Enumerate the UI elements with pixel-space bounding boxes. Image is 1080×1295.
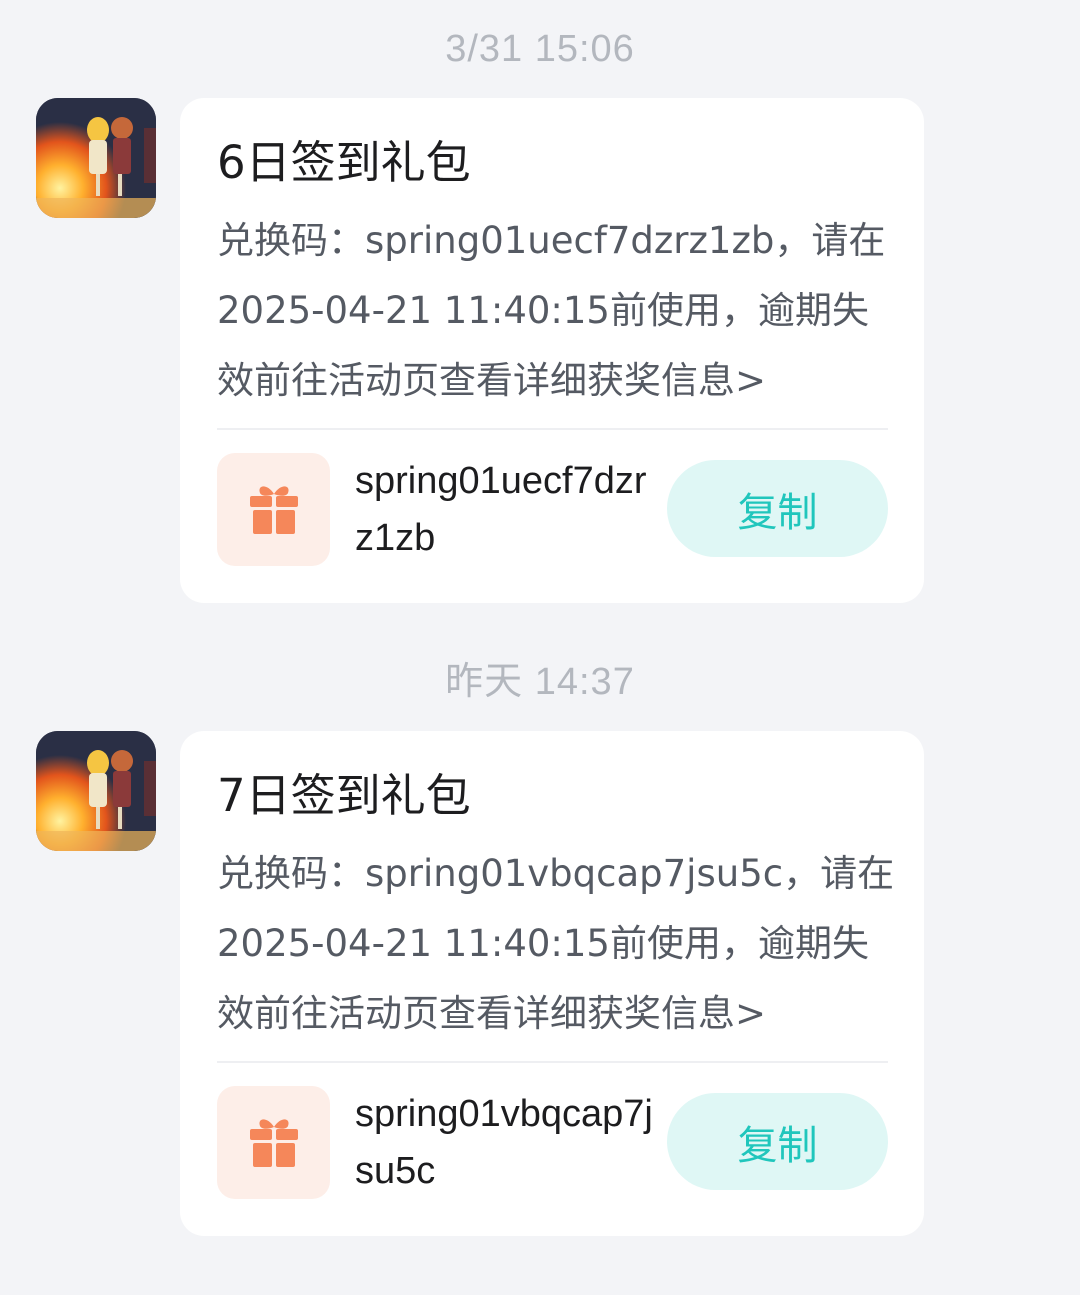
copy-button[interactable]: 复制 [667, 1093, 888, 1190]
gift-icon-container [217, 453, 330, 566]
gift-message-card[interactable]: 7日签到礼包 兑换码：spring01vbqcap7jsu5c，请在2025-0… [180, 731, 924, 1236]
gift-title: 7日签到礼包 [217, 769, 471, 822]
card-divider [217, 428, 888, 430]
gift-icon-container [217, 1086, 330, 1199]
copy-button[interactable]: 复制 [667, 460, 888, 557]
card-divider [217, 1061, 888, 1063]
message-timestamp: 昨天 14:37 [445, 661, 635, 703]
gift-icon [249, 481, 299, 539]
message-timestamp: 3/31 15:06 [445, 28, 635, 70]
message-feed[interactable]: 3/31 15:06 6日签到礼包 兑换码：spring01uecf7dzrz1… [0, 0, 1080, 1295]
redeem-code: spring01vbqcap7jsu5c [355, 1093, 653, 1192]
gift-message-card[interactable]: 6日签到礼包 兑换码：spring01uecf7dzrz1zb，请在2025-0… [180, 98, 924, 603]
gift-description[interactable]: 兑换码：spring01uecf7dzrz1zb，请在2025-04-21 11… [217, 206, 897, 416]
gift-description[interactable]: 兑换码：spring01vbqcap7jsu5c，请在2025-04-21 11… [217, 839, 897, 1049]
redeem-code: spring01uecf7dzrz1zb [355, 460, 647, 559]
game-avatar-icon[interactable] [36, 98, 156, 218]
gift-title: 6日签到礼包 [217, 136, 471, 189]
game-avatar-icon[interactable] [36, 731, 156, 851]
gift-icon [249, 1114, 299, 1172]
